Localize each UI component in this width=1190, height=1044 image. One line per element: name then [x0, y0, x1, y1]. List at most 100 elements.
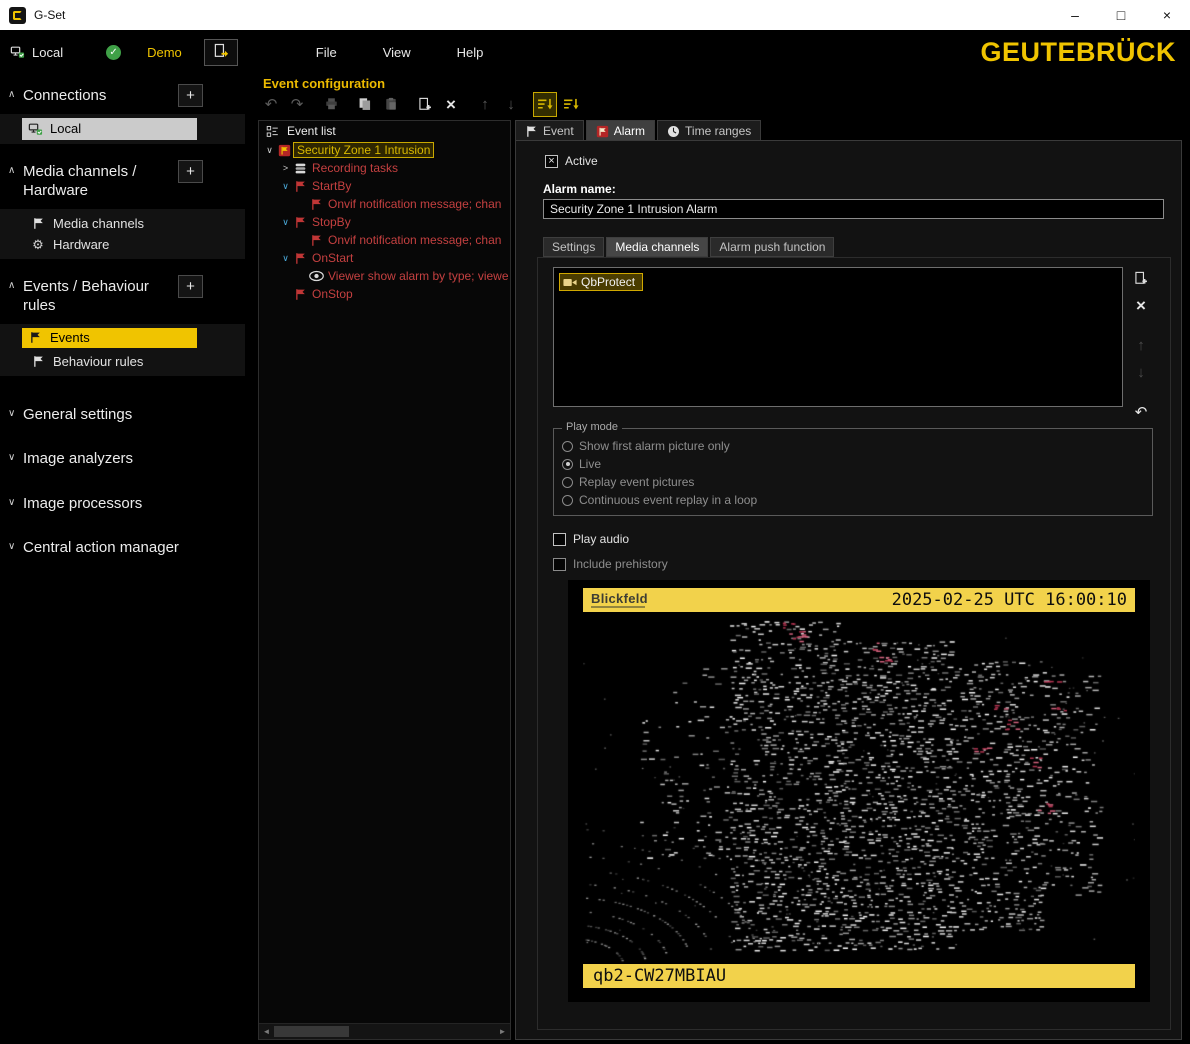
connection-icon [10, 45, 25, 61]
menu-bar: Local ✓ Demo File View Help GEUTEBRÜCK [0, 30, 1190, 75]
active-checkbox[interactable]: × [545, 155, 558, 168]
connection-selector[interactable]: Local ✓ [10, 45, 121, 61]
play-mode-option-continuous-event-replay-in-a-l[interactable]: Continuous event replay in a loop [562, 491, 1152, 509]
camera-icon [563, 277, 577, 288]
tree-item-8-onstop[interactable]: OnStop [259, 285, 510, 303]
scroll-right-arrow[interactable]: ► [495, 1027, 510, 1036]
sidebar-item-events[interactable]: Events [22, 328, 197, 348]
tree-item-0-security-zone-1-intrusion[interactable]: ∨Security Zone 1 Intrusion [259, 141, 510, 159]
add-event-button[interactable] [413, 92, 437, 117]
sidebar-item-label: Media channels [53, 216, 144, 231]
scroll-left-arrow[interactable]: ◄ [259, 1027, 274, 1036]
scrollbar-thumb[interactable] [274, 1026, 349, 1037]
include-prehistory-checkbox[interactable] [553, 558, 566, 571]
menu-view[interactable]: View [383, 45, 411, 60]
subtab-media-channels[interactable]: Media channels [606, 237, 708, 257]
play-audio-label: Play audio [573, 532, 629, 546]
copy-button[interactable] [353, 92, 377, 117]
sidebar-item-label: Local [50, 121, 81, 136]
window-title: G-Set [34, 8, 65, 22]
remove-media-channel-button[interactable]: × [1130, 294, 1152, 316]
active-checkbox-row[interactable]: × Active [545, 154, 598, 168]
play-mode-option-show-first-alarm-picture-only[interactable]: Show first alarm picture only [562, 437, 1152, 455]
maximize-button[interactable]: □ [1098, 0, 1144, 30]
alarm-subtab-bar: SettingsMedia channelsAlarm push functio… [543, 237, 834, 257]
sidebar-item-behaviour-rules[interactable]: Behaviour rules [0, 351, 245, 372]
chevron-down-icon[interactable]: ∨ [279, 217, 292, 228]
chevron-down-icon: ∨ [8, 541, 23, 552]
tree-item-5-onvif-notification-message-cha[interactable]: Onvif notification message; chan [259, 231, 510, 249]
chevron-down-icon[interactable]: ∨ [279, 253, 292, 264]
sidebar-header-image-analyzers[interactable]: ∨Image analyzers [0, 447, 245, 471]
sidebar-item-local[interactable]: Local [22, 118, 197, 140]
sidebar-item-media-channels[interactable]: Media channels [0, 213, 245, 234]
tree-item-label: StartBy [309, 179, 354, 193]
media-channels-tab-page: QbProtect ×↑↓↶ Play mode Show first alar… [537, 257, 1171, 1030]
sidebar-item-label: Hardware [53, 237, 109, 252]
lidar-pointcloud [583, 612, 1135, 964]
sort-ascending-button[interactable] [533, 92, 557, 117]
revert-media-channels-button[interactable]: ↶ [1130, 401, 1152, 423]
recording-tasks-icon [292, 162, 309, 175]
play-mode-option-live[interactable]: Live [562, 455, 1152, 473]
subtab-alarm-push-function[interactable]: Alarm push function [710, 237, 834, 257]
sidebar-header-connections[interactable]: ∧Connections+ [0, 84, 245, 108]
media-channels-list[interactable]: QbProtect [553, 267, 1123, 407]
tree-item-4-stopby[interactable]: ∨StopBy [259, 213, 510, 231]
sidebar-header-image-processors[interactable]: ∨Image processors [0, 492, 245, 516]
alarm-name-input[interactable] [543, 199, 1164, 219]
add-media-channel-button[interactable] [1130, 267, 1152, 289]
sidebar-header-media-channels-hardware[interactable]: ∧Media channels / Hardware+ [0, 160, 245, 203]
profile-label[interactable]: Demo [147, 45, 182, 60]
chevron-down-icon: ∨ [8, 497, 23, 508]
transfer-settings-button[interactable] [204, 39, 238, 66]
tree-item-3-onvif-notification-message-cha[interactable]: Onvif notification message; chan [259, 195, 510, 213]
horizontal-scrollbar[interactable]: ◄ ► [259, 1023, 510, 1039]
include-prehistory-row[interactable]: Include prehistory [553, 557, 668, 571]
delete-event-button[interactable]: × [439, 92, 463, 117]
red-flag-icon [292, 288, 309, 301]
sidebar-items: Events Behaviour rules [0, 324, 245, 376]
menu-help[interactable]: Help [457, 45, 484, 60]
tab-alarm[interactable]: Alarm [586, 120, 655, 141]
app-icon [9, 7, 26, 24]
sidebar-section-title: Central action manager [23, 538, 179, 558]
sidebar-header-events-behaviour-rules[interactable]: ∧Events / Behaviour rules+ [0, 275, 245, 318]
tree-item-label: Recording tasks [309, 161, 401, 175]
red-flag-icon [292, 252, 309, 265]
play-audio-checkbox[interactable] [553, 533, 566, 546]
tree-item-2-startby[interactable]: ∨ StartBy [259, 177, 510, 195]
brand-logo: GEUTEBRÜCK [980, 37, 1176, 68]
minimize-button[interactable]: – [1052, 0, 1098, 30]
chevron-down-icon[interactable]: ∨ [279, 181, 292, 192]
chevron-down-icon: ∨ [8, 452, 23, 463]
media-channel-qbprotect[interactable]: QbProtect [559, 273, 643, 291]
sidebar-item-hardware[interactable]: ⚙ Hardware [0, 234, 245, 255]
close-button[interactable]: × [1144, 0, 1190, 30]
sidebar-section-title: Image processors [23, 494, 142, 514]
blickfeld-tagline [591, 606, 645, 608]
tab-label: Event [543, 124, 574, 138]
add-media-channels-hardware-button[interactable]: + [178, 160, 203, 183]
menu-file[interactable]: File [316, 45, 337, 60]
subtab-settings[interactable]: Settings [543, 237, 604, 257]
tab-time-ranges[interactable]: Time ranges [657, 120, 761, 141]
gear-icon: ⚙ [30, 238, 46, 251]
play-audio-row[interactable]: Play audio [553, 532, 629, 546]
sort-descending-button[interactable] [559, 92, 583, 117]
tree-item-6-onstart[interactable]: ∨OnStart [259, 249, 510, 267]
tree-item-1-recording-tasks[interactable]: > Recording tasks [259, 159, 510, 177]
connection-label: Local [32, 45, 63, 60]
sidebar-header-general-settings[interactable]: ∨General settings [0, 403, 245, 427]
play-mode-options: Show first alarm picture onlyLiveReplay … [562, 437, 1152, 509]
tab-event[interactable]: Event [515, 120, 584, 141]
alarm-tab-bar: Event AlarmTime ranges [515, 120, 1182, 141]
tree-item-7-viewer-show-alarm-by-type-view[interactable]: Viewer show alarm by type; viewe [259, 267, 510, 285]
navigation-sidebar: ∧Connections+ Local ∧Media channels / Hard… [0, 75, 245, 1044]
add-events-behaviour-rules-button[interactable]: + [178, 275, 203, 298]
play-mode-option-replay-event-pictures[interactable]: Replay event pictures [562, 473, 1152, 491]
sidebar-header-central-action-manager[interactable]: ∨Central action manager [0, 536, 245, 560]
add-connections-button[interactable]: + [178, 84, 203, 107]
chevron-right-icon[interactable]: > [279, 163, 292, 173]
chevron-down-icon[interactable]: ∨ [263, 145, 276, 156]
